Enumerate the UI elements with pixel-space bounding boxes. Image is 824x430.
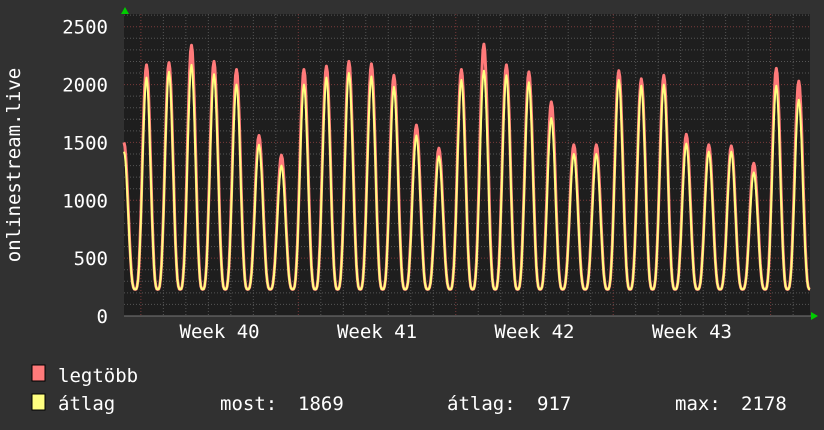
x-axis-arrow-icon (811, 312, 818, 320)
stat-most-value: 1869 (298, 393, 344, 415)
x-tick-label: Week 40 (180, 321, 260, 343)
y-axis-arrow-icon (121, 7, 129, 14)
y-tick-label: 0 (97, 306, 108, 328)
stat-atlag-value: 917 (537, 393, 571, 415)
y-axis-label: onlinestream.live (3, 68, 25, 262)
stat-most-label: most: (220, 393, 277, 415)
y-ticks: 0 500 1000 1500 2000 2500 (62, 17, 108, 328)
y-tick-label: 2000 (62, 75, 108, 97)
y-tick-label: 2500 (62, 17, 108, 39)
chart-container: 0 500 1000 1500 2000 2500 Week 40 Week 41 Week … (0, 0, 824, 430)
y-tick-label: 1500 (62, 132, 108, 154)
y-tick-label: 500 (74, 248, 108, 270)
legend-swatch-atlag (31, 393, 46, 411)
x-tick-label: Week 43 (652, 321, 732, 343)
legend-label-atlag: átlag (58, 393, 115, 415)
legend-label-legtobb: legtöbb (58, 365, 138, 387)
stat-max-label: max: (675, 393, 721, 415)
x-tick-label: Week 42 (494, 321, 574, 343)
x-ticks: Week 40 Week 41 Week 42 Week 43 (180, 321, 732, 343)
legend-swatch-legtobb (31, 364, 46, 382)
stat-max-value: 2178 (741, 393, 787, 415)
chart-svg: 05001000150020002500 Week 40 Week 41 Week … (3, 7, 818, 415)
y-tick-label: 1000 (62, 190, 108, 212)
stat-atlag-label: átlag: (447, 393, 516, 415)
x-tick-label: Week 41 (337, 321, 417, 343)
